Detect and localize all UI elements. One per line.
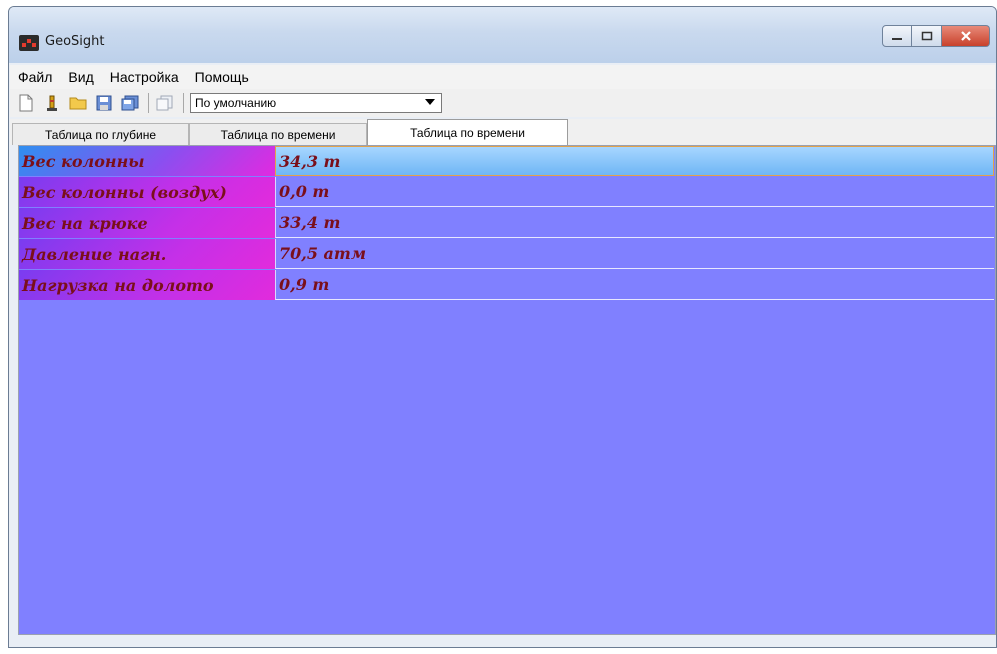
tab-time-table-2[interactable]: Таблица по времени	[367, 119, 568, 145]
tab-depth-table[interactable]: Таблица по глубине	[12, 123, 189, 145]
table-row[interactable]: Вес колонны 34,3 т	[19, 146, 995, 177]
toolbar-separator	[148, 93, 149, 113]
parameter-value[interactable]: 34,3 т	[275, 146, 994, 176]
close-icon	[960, 31, 971, 41]
parameter-label: Вес колонны	[19, 146, 275, 176]
parameter-label: Вес на крюке	[19, 208, 275, 238]
menu-file[interactable]: Файл	[10, 69, 60, 85]
save-icon[interactable]	[92, 91, 116, 115]
app-window: GeoSight Файл Вид Настройка Помощь По ум…	[8, 6, 997, 648]
tower-icon[interactable]	[40, 91, 64, 115]
menu-settings[interactable]: Настройка	[102, 69, 187, 85]
minimize-button[interactable]	[882, 25, 912, 47]
toolbar: По умолчанию	[10, 89, 995, 117]
maximize-button[interactable]	[912, 25, 942, 47]
profile-select[interactable]: По умолчанию	[190, 93, 442, 113]
menu-view[interactable]: Вид	[60, 69, 101, 85]
toolbar-separator	[183, 93, 184, 113]
new-document-icon[interactable]	[14, 91, 38, 115]
minimize-icon	[892, 38, 902, 40]
close-button[interactable]	[942, 25, 990, 47]
menu-bar: Файл Вид Настройка Помощь	[10, 65, 995, 89]
tab-bar: Таблица по глубине Таблица по времени Та…	[10, 119, 995, 145]
parameter-label: Нагрузка на долото	[19, 270, 275, 300]
table-row[interactable]: Давление нагн. 70,5 атм	[19, 239, 995, 270]
maximize-icon	[921, 31, 932, 41]
chevron-down-icon	[425, 99, 435, 105]
title-bar: GeoSight	[9, 7, 996, 63]
parameter-value[interactable]: 70,5 атм	[275, 239, 994, 269]
parameter-value[interactable]: 33,4 т	[275, 208, 994, 238]
window-title: GeoSight	[45, 34, 105, 49]
table-row[interactable]: Вес на крюке 33,4 т	[19, 208, 995, 239]
parameter-label: Вес колонны (воздух)	[19, 177, 275, 207]
table-row[interactable]: Вес колонны (воздух) 0,0 т	[19, 177, 995, 208]
parameter-value[interactable]: 0,0 т	[275, 177, 994, 207]
open-folder-icon[interactable]	[66, 91, 90, 115]
app-logo-icon	[19, 35, 39, 51]
parameter-value[interactable]: 0,9 т	[275, 270, 994, 300]
tab-time-table-1[interactable]: Таблица по времени	[189, 123, 367, 145]
parameter-label: Давление нагн.	[19, 239, 275, 269]
profile-select-value: По умолчанию	[195, 96, 277, 110]
copy-icon[interactable]	[153, 91, 177, 115]
table-row[interactable]: Нагрузка на долото 0,9 т	[19, 270, 995, 301]
menu-help[interactable]: Помощь	[187, 69, 257, 85]
parameters-table: Вес колонны 34,3 т Вес колонны (воздух) …	[18, 145, 996, 635]
save-all-icon[interactable]	[118, 91, 142, 115]
